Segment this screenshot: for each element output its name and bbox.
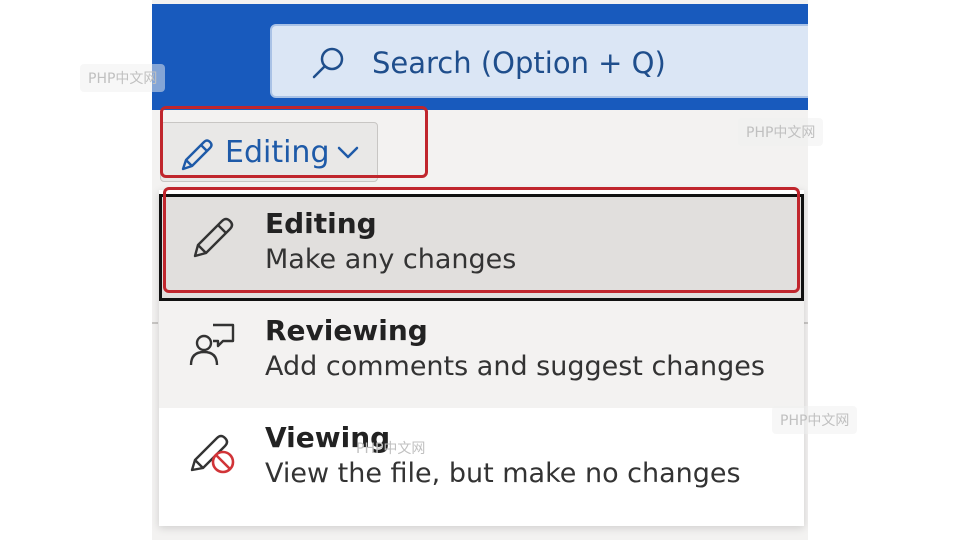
- watermark: PHP中文网: [738, 118, 824, 146]
- search-icon: [312, 47, 344, 79]
- watermark: PHP中文网: [80, 64, 166, 92]
- ribbon-divider-left: [152, 322, 158, 324]
- menu-item-description: Add comments and suggest changes: [265, 351, 765, 382]
- reviewer-comment-icon: [189, 323, 235, 366]
- search-placeholder: Search (Option + Q): [372, 46, 666, 80]
- menu-item-viewing[interactable]: Viewing View the file, but make no chang…: [159, 408, 804, 515]
- watermark: PHP中文网: [356, 441, 426, 457]
- search-box[interactable]: Search (Option + Q): [270, 24, 808, 98]
- word-online-app: Search (Option + Q) Editing Editing Make…: [152, 0, 808, 540]
- highlight-editing-item: [163, 187, 800, 293]
- menu-item-reviewing[interactable]: Reviewing Add comments and suggest chang…: [159, 301, 804, 408]
- watermark: PHP中文网: [772, 406, 858, 434]
- menu-item-title: Reviewing: [265, 314, 428, 347]
- title-bar: Search (Option + Q): [152, 4, 808, 110]
- menu-item-description: View the file, but make no changes: [265, 458, 741, 489]
- highlight-mode-button: [160, 106, 428, 178]
- no-edit-pencil-icon: [190, 434, 235, 474]
